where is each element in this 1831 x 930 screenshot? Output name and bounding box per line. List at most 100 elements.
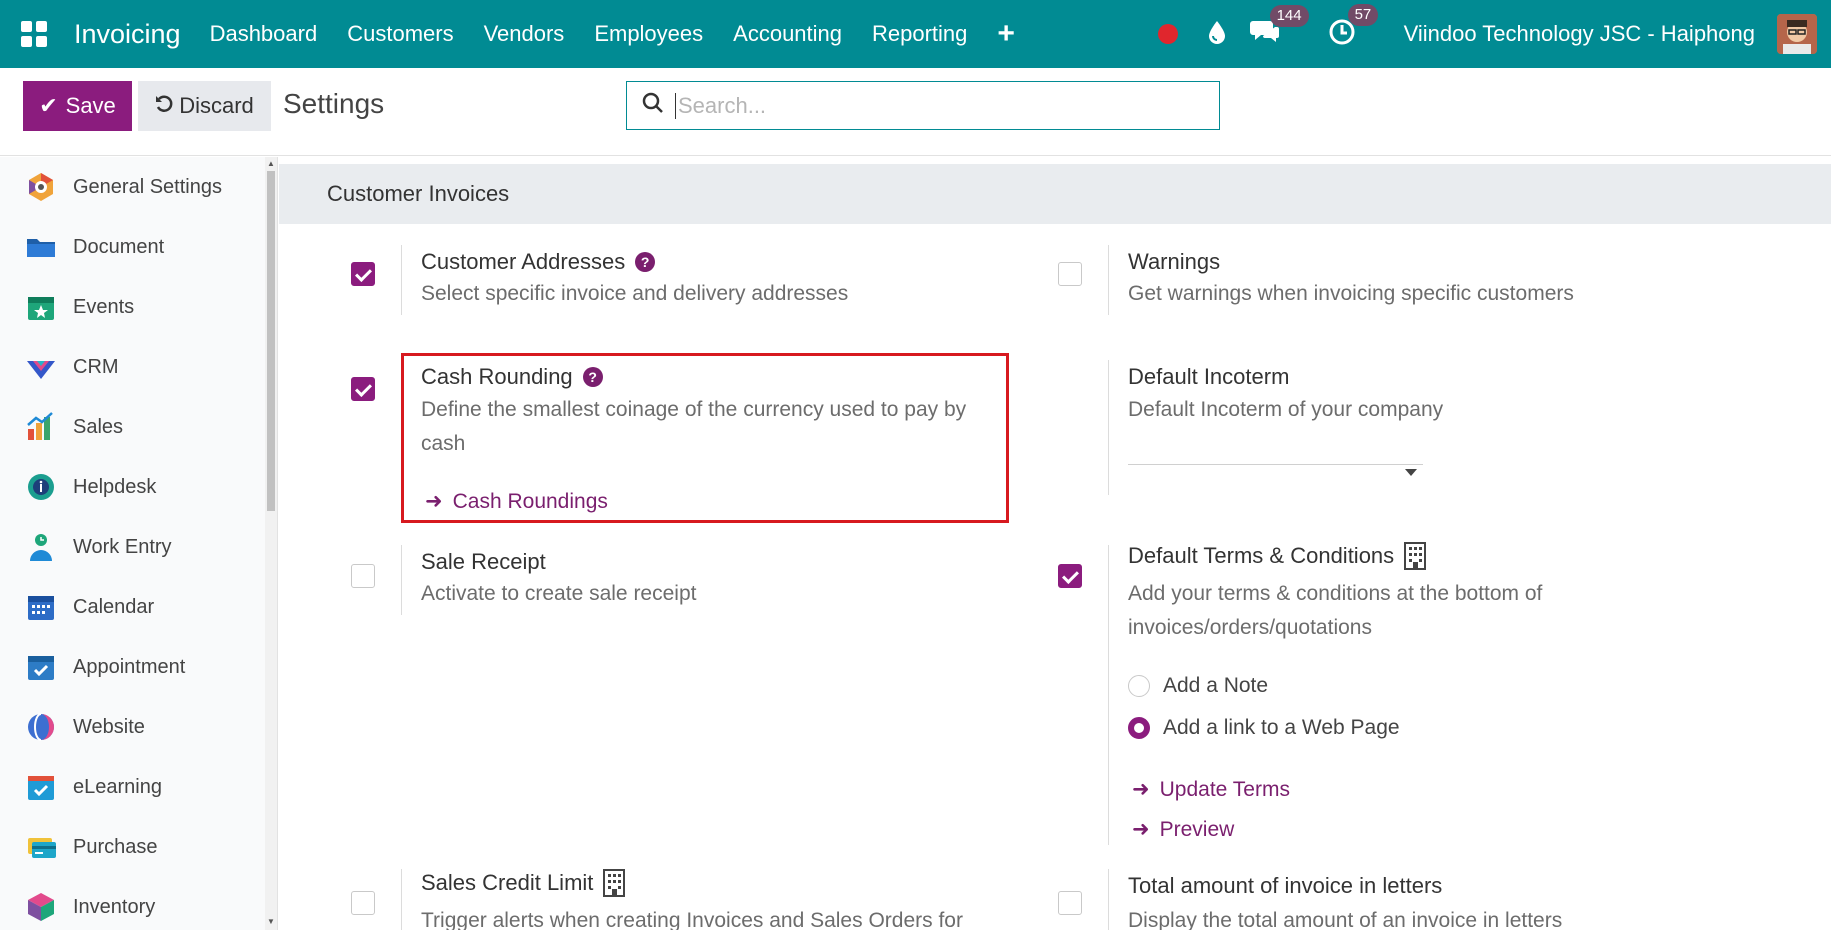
- helpdesk-icon: [28, 474, 54, 500]
- building-icon: [603, 869, 626, 897]
- sidebar-item-calendar[interactable]: Calendar: [0, 577, 265, 637]
- cash-rounding-checkbox[interactable]: [351, 377, 375, 401]
- menu-accounting[interactable]: Accounting: [718, 21, 857, 47]
- menu-employees[interactable]: Employees: [579, 21, 718, 47]
- menu-reporting[interactable]: Reporting: [857, 21, 982, 47]
- sidebar-label: Work Entry: [73, 535, 172, 558]
- customer-addresses-title: Customer Addresses ?: [421, 249, 656, 275]
- highlight-box: [401, 353, 1009, 523]
- arrow-right-icon: ➜: [1132, 778, 1150, 801]
- sidebar-item-document[interactable]: Document: [0, 217, 265, 277]
- sale-receipt-checkbox[interactable]: [351, 564, 375, 588]
- page-title: Settings: [283, 88, 385, 119]
- radio-add-note-label[interactable]: Add a Note: [1163, 674, 1268, 698]
- menu-vendors[interactable]: Vendors: [469, 21, 580, 47]
- warnings-checkbox[interactable]: [1058, 262, 1082, 286]
- sidebar-item-sales[interactable]: Sales: [0, 397, 265, 457]
- drop-icon[interactable]: [1208, 20, 1226, 49]
- incoterm-select[interactable]: [1128, 439, 1423, 465]
- sidebar-label: CRM: [73, 355, 119, 378]
- activities-icon[interactable]: 57: [1328, 3, 1379, 51]
- calendar-icon: [28, 596, 54, 620]
- sidebar-label: General Settings: [73, 175, 222, 198]
- default-terms-title: Default Terms & Conditions: [1128, 542, 1427, 570]
- sale-receipt-desc: Activate to create sale receipt: [421, 582, 697, 605]
- messages-icon[interactable]: 144: [1249, 4, 1309, 50]
- scroll-up-icon[interactable]: ▲: [267, 159, 275, 168]
- scroll-thumb[interactable]: [267, 171, 275, 511]
- search-box[interactable]: [626, 81, 1220, 130]
- menu-dashboard[interactable]: Dashboard: [195, 21, 333, 47]
- divider: [401, 545, 402, 615]
- sidebar-label: Document: [73, 235, 165, 258]
- update-terms-link[interactable]: ➜ Update Terms: [1132, 777, 1290, 802]
- activities-badge: 57: [1347, 3, 1379, 26]
- amount-letters-desc: Display the total amount of an invoice i…: [1128, 909, 1563, 930]
- customer-addresses-label: Customer Addresses: [421, 249, 626, 274]
- search-input[interactable]: [675, 92, 1175, 119]
- divider: [1108, 545, 1109, 845]
- sidebar-item-crm[interactable]: CRM: [0, 337, 265, 397]
- sidebar-item-website[interactable]: Website: [0, 697, 265, 757]
- preview-label: Preview: [1159, 817, 1235, 841]
- sales-credit-limit-checkbox[interactable]: [351, 891, 375, 915]
- update-terms-label: Update Terms: [1159, 777, 1290, 801]
- sidebar-item-events[interactable]: Events: [0, 277, 265, 337]
- chevron-down-icon[interactable]: [1405, 469, 1417, 476]
- elearning-icon: [28, 776, 54, 800]
- sidebar-scrollbar[interactable]: ▲ ▼: [265, 157, 277, 930]
- default-terms-checkbox[interactable]: [1058, 564, 1082, 588]
- divider: [1108, 245, 1109, 315]
- undo-icon: [155, 93, 173, 119]
- record-icon[interactable]: [1157, 24, 1178, 44]
- default-terms-desc: Add your terms & conditions at the botto…: [1128, 582, 1543, 639]
- sales-credit-limit-desc: Trigger alerts when creating Invoices an…: [421, 909, 963, 930]
- sales-credit-limit-title: Sales Credit Limit: [421, 869, 626, 897]
- radio-add-note[interactable]: [1128, 675, 1150, 697]
- website-icon: [28, 713, 54, 741]
- app-brand[interactable]: Invoicing: [74, 19, 181, 50]
- folder-icon: [27, 239, 55, 257]
- sidebar-item-purchase[interactable]: Purchase: [0, 817, 265, 877]
- discard-label: Discard: [179, 93, 254, 118]
- apps-menu-icon[interactable]: [16, 16, 52, 52]
- sidebar-label: eLearning: [73, 775, 162, 798]
- save-label: Save: [65, 93, 116, 118]
- preview-link[interactable]: ➜ Preview: [1132, 817, 1234, 842]
- sidebar-item-elearning[interactable]: eLearning: [0, 757, 265, 817]
- events-icon: [28, 297, 54, 320]
- top-navbar: Invoicing Dashboard Customers Vendors Em…: [0, 0, 1831, 68]
- sales-credit-limit-label: Sales Credit Limit: [421, 870, 594, 895]
- sidebar-item-helpdesk[interactable]: Helpdesk: [0, 457, 265, 517]
- purchase-icon: [28, 838, 56, 858]
- sidebar-item-work-entry[interactable]: Work Entry: [0, 517, 265, 577]
- radio-add-link-label[interactable]: Add a link to a Web Page: [1163, 716, 1400, 740]
- help-icon[interactable]: ?: [635, 252, 656, 272]
- sale-receipt-title: Sale Receipt: [421, 549, 546, 574]
- default-terms-label: Default Terms & Conditions: [1128, 543, 1395, 568]
- menu-customers[interactable]: Customers: [332, 21, 468, 47]
- radio-add-link[interactable]: [1128, 717, 1150, 739]
- divider: [1108, 360, 1109, 495]
- messages-badge: 144: [1269, 4, 1309, 27]
- divider: [1108, 869, 1109, 930]
- user-avatar[interactable]: [1777, 14, 1817, 54]
- divider: [401, 245, 402, 315]
- settings-main: Customer Invoices Customer Addresses ? S…: [279, 157, 1831, 930]
- control-panel: ✔ Save Discard Settings: [0, 68, 1831, 156]
- general-settings-icon: [29, 173, 53, 201]
- sidebar-label: Helpdesk: [73, 475, 157, 498]
- scroll-down-icon[interactable]: ▼: [267, 917, 275, 926]
- sidebar-label: Appointment: [73, 655, 186, 678]
- sidebar-label: Events: [73, 295, 135, 318]
- amount-letters-checkbox[interactable]: [1058, 891, 1082, 915]
- sidebar-item-appointment[interactable]: Appointment: [0, 637, 265, 697]
- sidebar-item-general-settings[interactable]: General Settings: [0, 157, 265, 217]
- sidebar-item-inventory[interactable]: Inventory: [0, 877, 265, 930]
- company-switcher[interactable]: Viindoo Technology JSC - Haiphong: [1404, 21, 1755, 47]
- plus-icon[interactable]: +: [982, 17, 1030, 51]
- discard-button[interactable]: Discard: [138, 81, 271, 131]
- sales-chart-icon: [27, 412, 53, 440]
- customer-addresses-checkbox[interactable]: [351, 262, 375, 286]
- save-button[interactable]: ✔ Save: [23, 81, 132, 131]
